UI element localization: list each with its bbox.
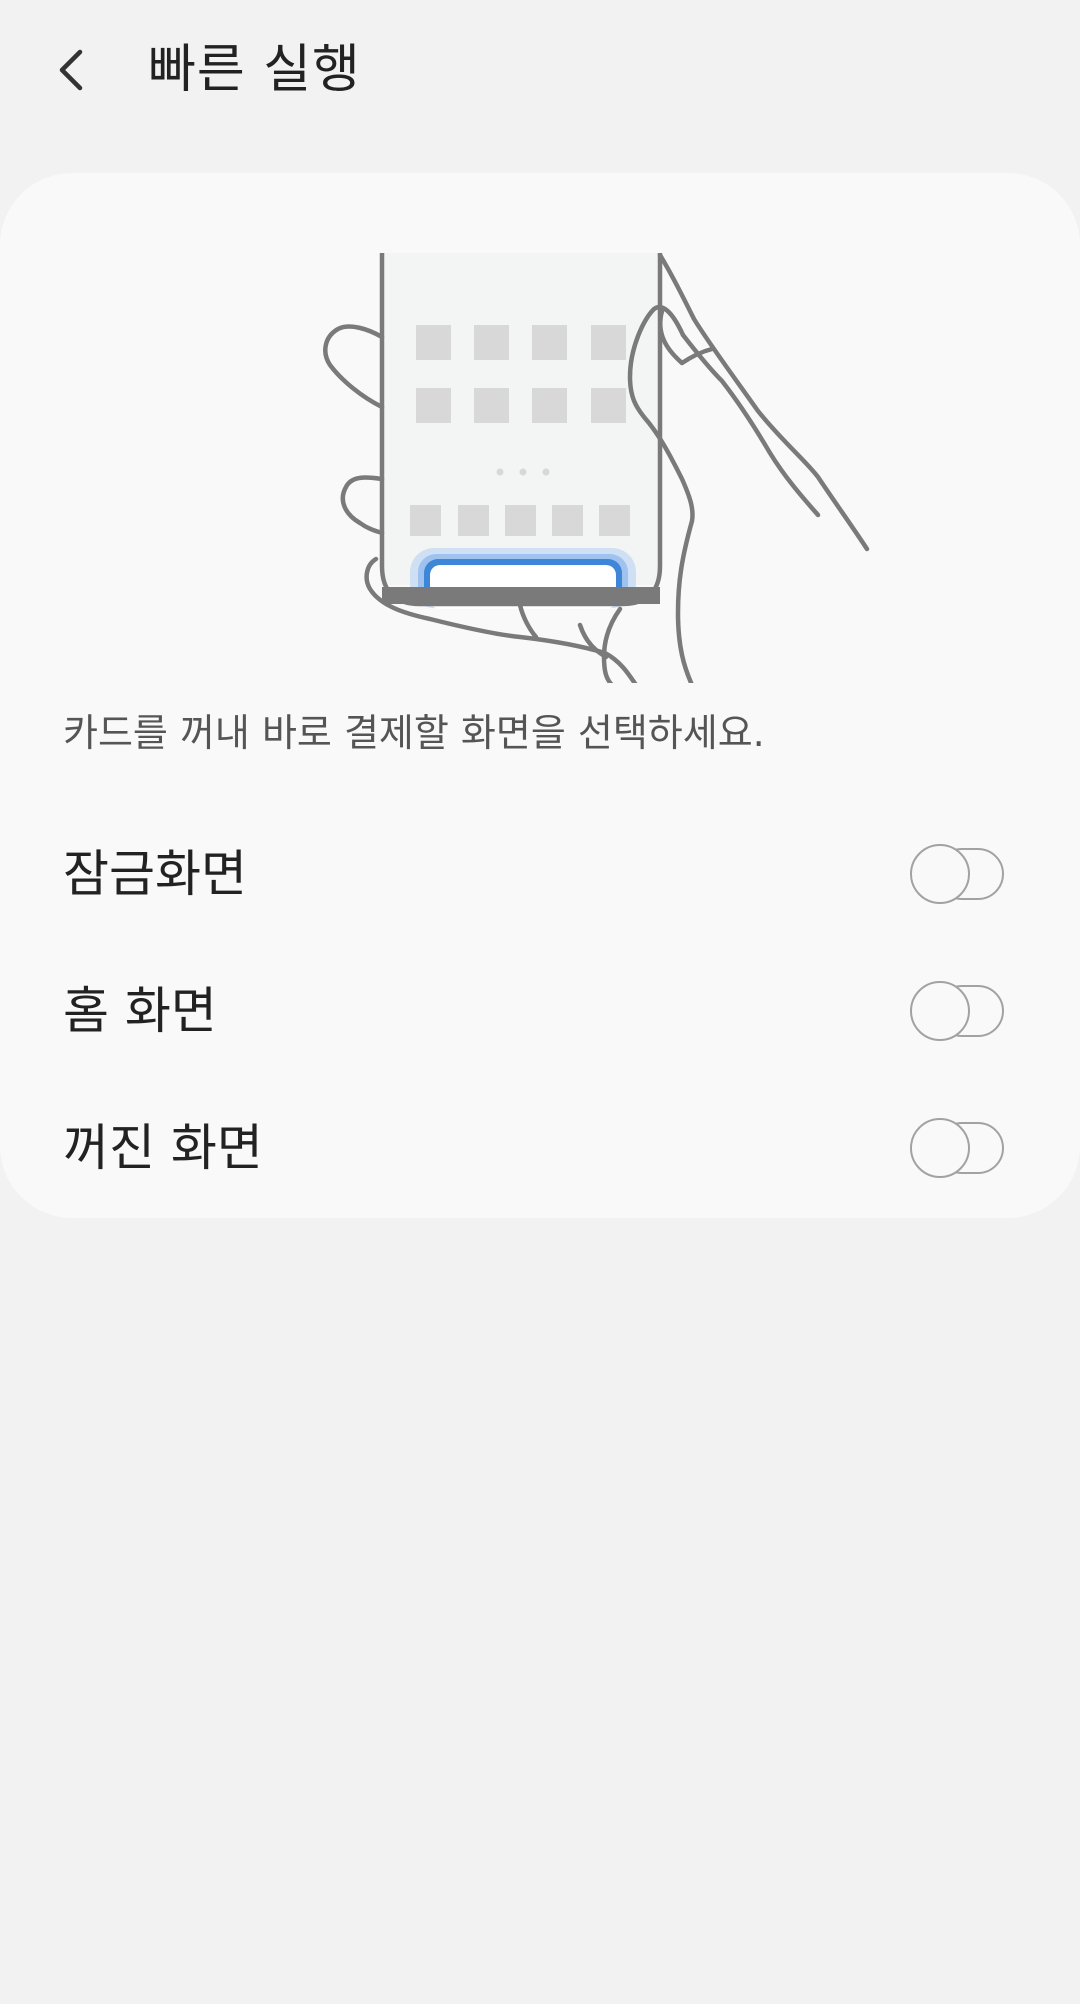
lock-screen-toggle[interactable] (910, 844, 1010, 904)
option-screen-off[interactable]: 꺼진 화면 (0, 1080, 1080, 1216)
option-lock-screen[interactable]: 잠금화면 (0, 806, 1080, 942)
settings-card: 카드를 꺼내 바로 결제할 화면을 선택하세요. 잠금화면 홈 화면 꺼진 화면 (0, 173, 1080, 1218)
app-bar: 빠른 실행 (0, 0, 1080, 140)
option-label: 꺼진 화면 (63, 1119, 263, 1177)
home-screen-toggle[interactable] (910, 981, 1010, 1041)
back-button[interactable] (38, 30, 106, 110)
description-text: 카드를 꺼내 바로 결제할 화면을 선택하세요. (63, 711, 765, 755)
chevron-left-icon (59, 49, 83, 91)
option-home-screen[interactable]: 홈 화면 (0, 943, 1080, 1079)
toggle-knob (910, 844, 970, 904)
hand-swipe-up-phone-illustration (323, 253, 870, 683)
screen-off-toggle[interactable] (910, 1118, 1010, 1178)
option-label: 홈 화면 (63, 982, 217, 1040)
option-label: 잠금화면 (63, 845, 247, 903)
toggle-knob (910, 981, 970, 1041)
toggle-knob (910, 1118, 970, 1178)
page-title: 빠른 실행 (148, 40, 361, 100)
